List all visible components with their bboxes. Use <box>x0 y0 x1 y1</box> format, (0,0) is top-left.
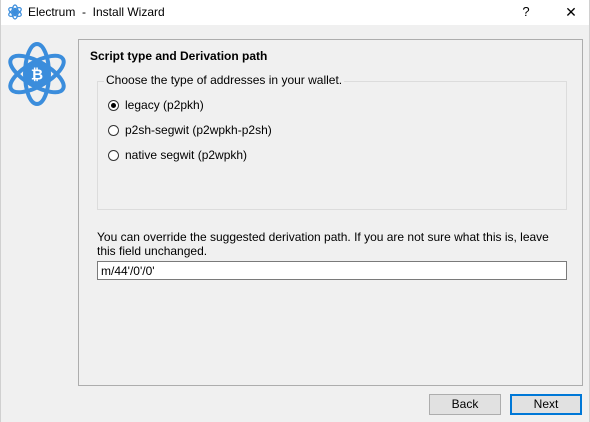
radio-legacy[interactable]: legacy (p2pkh) <box>108 97 204 113</box>
script-type-panel: Script type and Derivation path Choose t… <box>78 39 583 386</box>
radio-legacy-label: legacy (p2pkh) <box>125 98 204 112</box>
radio-p2sh-segwit[interactable]: p2sh-segwit (p2wpkh-p2sh) <box>108 122 272 138</box>
radio-native-segwit[interactable]: native segwit (p2wpkh) <box>108 147 247 163</box>
address-type-group: Choose the type of addresses in your wal… <box>97 73 567 210</box>
next-button[interactable]: Next <box>510 394 582 415</box>
title-bar: Electrum - Install Wizard ? ✕ <box>1 0 589 25</box>
electrum-logo-icon: ₿ <box>3 40 71 108</box>
radio-legacy-indicator[interactable] <box>108 99 119 111</box>
electrum-app-icon <box>7 4 23 20</box>
address-type-group-title: Choose the type of addresses in your wal… <box>104 73 345 87</box>
radio-p2sh-segwit-label: p2sh-segwit (p2wpkh-p2sh) <box>125 123 272 137</box>
radio-p2sh-segwit-indicator[interactable] <box>108 124 119 136</box>
panel-title: Script type and Derivation path <box>90 49 268 63</box>
install-wizard-window: Electrum - Install Wizard ? ✕ ₿ Script t… <box>0 0 590 422</box>
help-button[interactable]: ? <box>514 1 538 23</box>
close-button[interactable]: ✕ <box>556 1 586 23</box>
radio-native-segwit-label: native segwit (p2wpkh) <box>125 148 248 162</box>
derivation-info-text: You can override the suggested derivatio… <box>97 230 549 258</box>
radio-native-segwit-indicator[interactable] <box>108 149 119 161</box>
window-title: Electrum - Install Wizard <box>28 5 165 19</box>
svg-text:₿: ₿ <box>31 66 43 84</box>
back-button[interactable]: Back <box>429 394 501 415</box>
derivation-path-input[interactable] <box>97 261 567 280</box>
